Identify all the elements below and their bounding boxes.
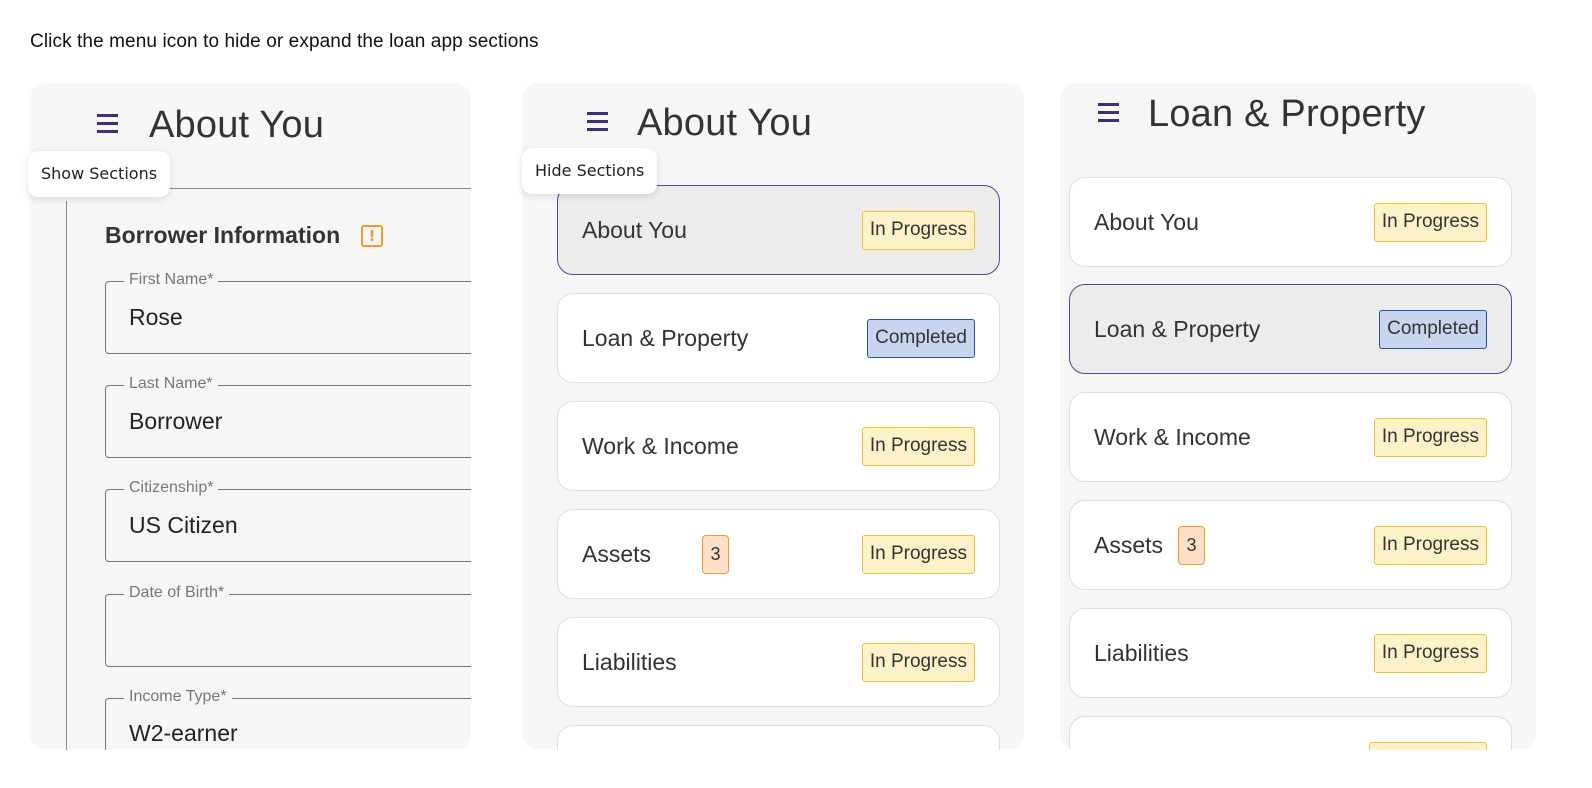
section-card-work-income[interactable]: Work & Income In Progress: [557, 401, 1000, 491]
section-card-about-you[interactable]: About You In Progress: [1069, 177, 1512, 267]
field-value: Rose: [129, 304, 183, 330]
first-name-field[interactable]: First Name* Rose: [105, 271, 471, 354]
section-label: Assets: [582, 541, 652, 567]
status-badge: In Progress: [1373, 634, 1487, 673]
menu-icon[interactable]: [1097, 99, 1123, 129]
section-label: Work & Income: [582, 433, 739, 459]
menu-icon[interactable]: [586, 108, 612, 138]
field-label: Date of Birth*: [124, 584, 230, 602]
income-type-field[interactable]: Income Type* W2-earner: [105, 688, 471, 750]
divider: [66, 201, 67, 750]
status-badge: [1369, 742, 1487, 750]
status-badge: In Progress: [1373, 526, 1487, 565]
section-card-liabilities[interactable]: Liabilities In Progress: [557, 617, 1000, 707]
status-badge: In Progress: [861, 211, 975, 250]
status-badge: In Progress: [861, 427, 975, 466]
instruction-text: Click the menu icon to hide or expand th…: [30, 31, 539, 52]
section-card-partial[interactable]: [1069, 716, 1512, 750]
citizenship-field[interactable]: Citizenship* US Citizen: [105, 479, 471, 562]
count-badge: 3: [1178, 526, 1205, 565]
status-badge: In Progress: [1373, 203, 1487, 242]
panel-loan-property: Loan & Property About You In Progress Lo…: [1060, 83, 1536, 750]
section-card-liabilities[interactable]: Liabilities In Progress: [1069, 608, 1512, 698]
section-label: Loan & Property: [1094, 316, 1261, 342]
page-title: Loan & Property: [1148, 93, 1426, 135]
section-card-loan-property[interactable]: Loan & Property Completed: [1069, 284, 1512, 374]
page-title: About You: [637, 102, 813, 144]
section-card-partial[interactable]: [557, 725, 1000, 750]
warning-icon: !: [361, 225, 383, 247]
status-badge: In Progress: [1373, 418, 1487, 457]
section-label: Liabilities: [1094, 640, 1189, 666]
field-value: US Citizen: [129, 512, 238, 538]
date-of-birth-field[interactable]: Date of Birth*: [105, 584, 471, 667]
section-label: About You: [1094, 209, 1199, 235]
section-label: Loan & Property: [582, 325, 749, 351]
show-sections-tooltip: Show Sections: [28, 151, 171, 197]
field-value: Borrower: [129, 408, 223, 434]
field-label: First Name*: [124, 271, 219, 289]
section-label: Work & Income: [1094, 424, 1251, 450]
section-title: Borrower Information: [105, 222, 341, 248]
field-label: Income Type*: [124, 688, 232, 706]
field-label: Last Name*: [124, 375, 218, 393]
hide-sections-tooltip: Hide Sections: [522, 148, 658, 194]
status-badge: In Progress: [861, 643, 975, 682]
section-label: About You: [582, 217, 687, 243]
field-value: W2-earner: [129, 720, 238, 746]
status-badge: Completed: [867, 319, 975, 358]
section-card-about-you[interactable]: About You In Progress: [557, 185, 1000, 275]
section-card-assets[interactable]: Assets 3 In Progress: [1069, 500, 1512, 590]
section-label: Liabilities: [582, 649, 677, 675]
status-badge: In Progress: [861, 535, 975, 574]
menu-icon[interactable]: [96, 110, 122, 140]
page-title: About You: [149, 104, 325, 146]
section-card-assets[interactable]: Assets 3 In Progress: [557, 509, 1000, 599]
section-card-work-income[interactable]: Work & Income In Progress: [1069, 392, 1512, 482]
status-badge: Completed: [1379, 310, 1487, 349]
field-label: Citizenship*: [124, 479, 219, 497]
last-name-field[interactable]: Last Name* Borrower: [105, 375, 471, 458]
section-label: Assets: [1094, 532, 1164, 558]
count-badge: 3: [702, 535, 729, 574]
section-card-loan-property[interactable]: Loan & Property Completed: [557, 293, 1000, 383]
